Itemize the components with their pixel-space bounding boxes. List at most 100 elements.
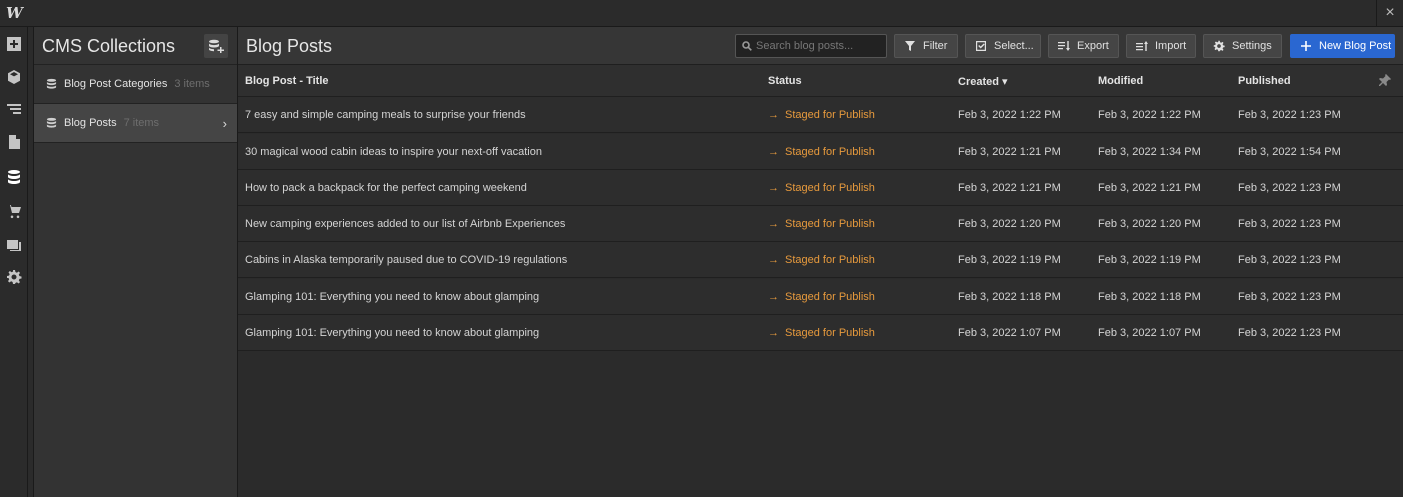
table-row[interactable]: Cabins in Alaska temporarily paused due … — [238, 242, 1403, 278]
close-button[interactable]: × — [1376, 0, 1403, 27]
search-input[interactable]: Search blog posts... — [735, 34, 887, 58]
cell-published: Feb 3, 2022 1:23 PM — [1238, 182, 1341, 194]
status-label: Staged for Publish — [785, 291, 875, 303]
cell-title: 7 easy and simple camping meals to surpr… — [245, 109, 526, 121]
column-header-published[interactable]: Published — [1238, 75, 1291, 87]
new-blog-post-button[interactable]: New Blog Post — [1290, 34, 1395, 58]
cms-icon[interactable] — [3, 166, 25, 188]
cell-modified: Feb 3, 2022 1:21 PM — [1098, 182, 1201, 194]
collection-item-blog-posts[interactable]: Blog Posts 7 items › — [34, 104, 237, 143]
navigator-icon[interactable] — [3, 98, 25, 120]
table-row[interactable]: New camping experiences added to our lis… — [238, 206, 1403, 242]
cell-title: 30 magical wood cabin ideas to inspire y… — [245, 146, 542, 158]
sort-desc-icon: ▾ — [1002, 76, 1008, 88]
column-header-created[interactable]: Created ▾ — [958, 75, 1008, 88]
arrow-right-icon: → — [768, 218, 779, 230]
filter-label: Filter — [923, 40, 948, 52]
column-header-title[interactable]: Blog Post - Title — [245, 75, 329, 87]
arrow-right-icon: → — [768, 254, 779, 266]
arrow-right-icon: → — [768, 146, 779, 158]
cell-modified: Feb 3, 2022 1:34 PM — [1098, 146, 1201, 158]
status-label: Staged for Publish — [785, 254, 875, 266]
cell-title: Cabins in Alaska temporarily paused due … — [245, 254, 568, 266]
cart-icon[interactable] — [3, 200, 25, 222]
collections-title: CMS Collections — [42, 36, 176, 56]
arrow-right-icon: → — [768, 109, 779, 121]
pages-icon[interactable] — [3, 131, 25, 153]
cell-created: Feb 3, 2022 1:20 PM — [958, 218, 1061, 230]
pin-icon[interactable] — [1379, 74, 1391, 86]
table-row[interactable]: How to pack a backpack for the perfect c… — [238, 170, 1403, 206]
arrow-right-icon: → — [768, 182, 779, 194]
table-row[interactable]: Glamping 101: Everything you need to kno… — [238, 279, 1403, 315]
export-icon — [1058, 41, 1070, 51]
status-label: Staged for Publish — [785, 327, 875, 339]
settings-button[interactable]: Settings — [1203, 34, 1282, 58]
top-bar: W × — [0, 0, 1403, 27]
status-label: Staged for Publish — [785, 182, 875, 194]
table-row[interactable]: 7 easy and simple camping meals to surpr… — [238, 97, 1403, 133]
cell-status: → Staged for Publish — [768, 218, 875, 230]
collections-header: CMS Collections — [34, 27, 237, 65]
export-label: Export — [1077, 40, 1109, 52]
webflow-logo[interactable]: W — [6, 5, 24, 21]
export-button[interactable]: Export — [1048, 34, 1119, 58]
cell-published: Feb 3, 2022 1:23 PM — [1238, 109, 1341, 121]
cell-status: → Staged for Publish — [768, 291, 875, 303]
cell-title: New camping experiences added to our lis… — [245, 218, 566, 230]
cell-modified: Feb 3, 2022 1:07 PM — [1098, 327, 1201, 339]
cell-status: → Staged for Publish — [768, 146, 875, 158]
select-button[interactable]: Select... — [965, 34, 1041, 58]
new-blog-post-label: New Blog Post — [1319, 40, 1392, 52]
filter-button[interactable]: Filter — [894, 34, 958, 58]
collections-panel: CMS Collections Blog Post Categories 3 i… — [33, 27, 238, 497]
cube-icon[interactable] — [3, 66, 25, 88]
table-header: Blog Post - Title Status Created ▾ Modif… — [238, 65, 1403, 97]
assets-icon[interactable] — [3, 234, 25, 256]
column-header-status[interactable]: Status — [768, 75, 802, 87]
cell-modified: Feb 3, 2022 1:18 PM — [1098, 291, 1201, 303]
cell-created: Feb 3, 2022 1:18 PM — [958, 291, 1061, 303]
column-header-modified[interactable]: Modified — [1098, 75, 1143, 87]
settings-gear-icon[interactable] — [3, 266, 25, 288]
gear-icon — [1213, 40, 1225, 52]
cell-title: Glamping 101: Everything you need to kno… — [245, 327, 540, 339]
cell-created: Feb 3, 2022 1:22 PM — [958, 109, 1061, 121]
import-label: Import — [1155, 40, 1187, 52]
main-panel: Blog Posts Search blog posts... Filter S… — [238, 27, 1403, 497]
cell-status: → Staged for Publish — [768, 109, 875, 121]
cell-title: Glamping 101: Everything you need to kno… — [245, 291, 540, 303]
import-icon — [1136, 41, 1148, 51]
status-label: Staged for Publish — [785, 109, 875, 121]
cell-modified: Feb 3, 2022 1:19 PM — [1098, 254, 1201, 266]
add-collection-button[interactable] — [204, 34, 228, 58]
settings-label: Settings — [1232, 40, 1272, 52]
cell-published: Feb 3, 2022 1:23 PM — [1238, 327, 1341, 339]
cell-published: Feb 3, 2022 1:23 PM — [1238, 218, 1341, 230]
left-toolbar — [0, 27, 28, 497]
chevron-right-icon: › — [222, 116, 227, 131]
table-row[interactable]: Glamping 101: Everything you need to kno… — [238, 315, 1403, 351]
status-label: Staged for Publish — [785, 218, 875, 230]
cell-status: → Staged for Publish — [768, 254, 875, 266]
cell-published: Feb 3, 2022 1:23 PM — [1238, 291, 1341, 303]
collection-item-blog-post-categories[interactable]: Blog Post Categories 3 items — [34, 65, 237, 104]
database-icon — [46, 78, 57, 89]
filter-icon — [905, 41, 915, 51]
collection-count: 7 items — [123, 117, 160, 129]
cell-modified: Feb 3, 2022 1:22 PM — [1098, 109, 1201, 121]
plus-icon — [1301, 41, 1311, 51]
cell-status: → Staged for Publish — [768, 182, 875, 194]
cell-created: Feb 3, 2022 1:07 PM — [958, 327, 1061, 339]
add-panel-icon[interactable] — [3, 33, 25, 55]
page-title: Blog Posts — [246, 36, 333, 56]
arrow-right-icon: → — [768, 291, 779, 303]
main-header: Blog Posts Search blog posts... Filter S… — [238, 27, 1403, 65]
select-label: Select... — [994, 40, 1034, 52]
cell-modified: Feb 3, 2022 1:20 PM — [1098, 218, 1201, 230]
cell-title: How to pack a backpack for the perfect c… — [245, 182, 527, 194]
table-row[interactable]: 30 magical wood cabin ideas to inspire y… — [238, 134, 1403, 170]
created-label: Created — [958, 76, 999, 88]
import-button[interactable]: Import — [1126, 34, 1196, 58]
status-label: Staged for Publish — [785, 146, 875, 158]
